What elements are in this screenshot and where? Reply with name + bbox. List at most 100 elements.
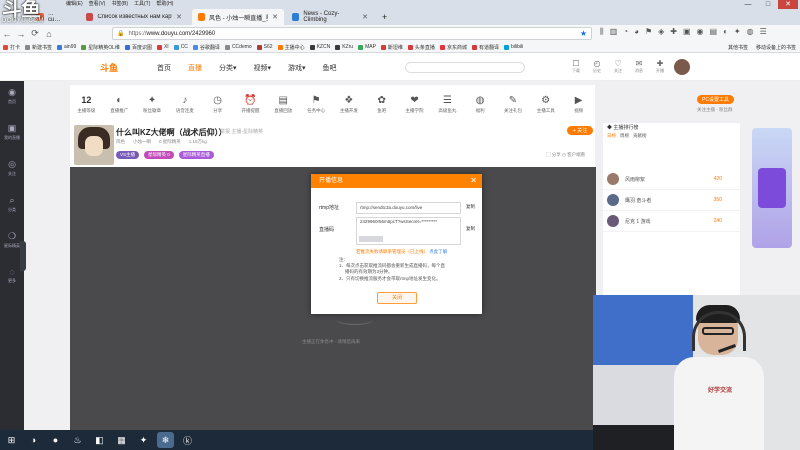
sidebar-item[interactable]: ◎ 关注 — [0, 153, 24, 189]
extension-icon[interactable]: ▤ — [710, 27, 718, 37]
extension-icon[interactable]: ◕ — [634, 27, 639, 37]
taskbar-app-icon[interactable]: ▦ — [113, 432, 130, 448]
close-window-button[interactable]: ✕ — [778, 0, 798, 9]
bookmark-item[interactable]: 京东商城 — [439, 44, 467, 51]
sidebar-collapse-handle[interactable] — [20, 241, 26, 271]
rank-tab[interactable]: 日榜 — [607, 133, 616, 139]
header-action[interactable]: ✉ 消息 — [633, 59, 645, 74]
room-tool[interactable]: ✎ 关注礼包 — [497, 95, 530, 114]
mobile-bookmarks[interactable]: 移动设备上的书签 — [756, 44, 796, 51]
nav-games[interactable]: 游戏▾ — [288, 63, 306, 73]
room-tool[interactable]: ⚑ 任务中心 — [300, 95, 333, 114]
header-action[interactable]: ♡ 关注 — [612, 59, 624, 74]
browser-tab[interactable]: News - Cozy-Climbing ✕ — [286, 9, 374, 25]
forward-icon[interactable]: → — [14, 29, 28, 39]
reload-icon[interactable]: ⟳ — [28, 28, 42, 39]
bookmark-item[interactable]: CC — [173, 44, 188, 50]
extension-icon[interactable]: ◐ — [723, 27, 728, 37]
copy-rtmp-button[interactable]: 复制 — [466, 204, 475, 210]
taskbar-app-icon[interactable]: ❄ — [157, 432, 174, 448]
menu-item[interactable]: 帮助(H) — [156, 0, 173, 7]
taskbar-app-icon[interactable]: ✦ — [135, 432, 152, 448]
room-tool[interactable]: ▶ 视频 — [562, 95, 595, 114]
room-report[interactable]: 举报 主播·星际精英 — [220, 128, 263, 135]
extension-icon[interactable]: ◈ — [658, 27, 664, 37]
sidebar-item[interactable]: ▣ 我的直播 — [0, 117, 24, 153]
rank-tab[interactable]: 贡献榜 — [633, 133, 647, 139]
header-action[interactable]: ☐ 下载 — [570, 59, 582, 74]
new-tab-button[interactable]: + — [376, 9, 390, 25]
dialog-close-button[interactable]: 关闭 — [377, 292, 417, 304]
room-tool[interactable]: ▤ 直播回放 — [267, 95, 300, 114]
bookmark-item[interactable]: 有道翻译 — [471, 44, 499, 51]
extension-icon[interactable]: ✦ — [734, 27, 741, 37]
menu-item[interactable]: 查看(V) — [89, 0, 106, 7]
bookmark-item[interactable]: S62 — [256, 44, 273, 50]
pc-tool-badge[interactable]: PC设置工具 — [697, 95, 734, 104]
sidebar-item[interactable]: ⌕ 分类 — [0, 189, 24, 225]
nav-video[interactable]: 视频▾ — [254, 63, 272, 73]
room-tool[interactable]: ◍ 福利 — [464, 95, 497, 114]
taskbar-app-icon[interactable]: ⓚ — [179, 432, 196, 448]
extension-icon[interactable]: ◉ — [697, 27, 704, 37]
nav-home[interactable]: 首页 — [157, 63, 171, 73]
extension-icon[interactable]: ⚑ — [645, 27, 652, 37]
room-tool[interactable]: ❤ 主播学院 — [398, 95, 431, 114]
nav-live[interactable]: 直播 — [188, 63, 202, 73]
bookmark-item[interactable]: 主播中心 — [277, 44, 305, 51]
taskbar-app-icon[interactable]: ◧ — [91, 432, 108, 448]
extension-icon[interactable]: ✚ — [670, 27, 677, 37]
room-tool[interactable]: ✿ 鱼吧 — [365, 95, 398, 114]
bookmark-item[interactable]: ain99 — [57, 44, 76, 50]
room-tool[interactable]: 12 主播等级 — [70, 95, 103, 114]
menu-item[interactable]: 工具(T) — [134, 0, 150, 7]
follow-button[interactable]: + 关注 — [567, 126, 594, 135]
rank-row[interactable]: 尼克 1 游戏 240 — [603, 211, 740, 232]
extension-icon[interactable]: ◔ — [623, 27, 628, 37]
maximize-button[interactable]: □ — [758, 0, 778, 9]
bookmark-item[interactable]: 打卡 — [3, 44, 20, 51]
rank-row[interactable]: 鹰羽 奋斗者 350 — [603, 190, 740, 211]
menu-item[interactable]: 书签(B) — [111, 0, 128, 7]
taskbar-app-icon[interactable]: ♨ — [69, 432, 86, 448]
library-icon[interactable]: ⫼ — [600, 27, 604, 37]
room-tool[interactable]: ✦ 粉丝徽章 — [136, 95, 169, 114]
bookmark-item[interactable]: 斯坦维 — [380, 44, 403, 51]
sidebar-icon[interactable]: ▥ — [610, 27, 618, 37]
nav-category[interactable]: 分类▾ — [219, 63, 237, 73]
bookmark-item[interactable]: 星际精英OL维 — [81, 44, 120, 51]
bookmark-item[interactable]: KZru — [335, 44, 353, 50]
bookmark-item[interactable]: 谷歌翻译 — [192, 44, 220, 51]
menu-item[interactable]: 编辑(E) — [66, 0, 83, 7]
header-action[interactable]: ✚ 开播 — [654, 59, 666, 74]
taskbar-app-icon[interactable]: ⊞ — [3, 432, 20, 448]
close-tab-icon[interactable]: ✕ — [272, 13, 278, 21]
taskbar-app-icon[interactable]: ● — [47, 432, 64, 448]
browser-tab-active[interactable]: 风色 - 小烛一瞬直播_星际精英… ✕ — [192, 9, 284, 25]
header-action[interactable]: ◴ 历史 — [591, 59, 603, 74]
bookmark-star-icon[interactable]: ★ — [580, 29, 587, 38]
rank-tab[interactable]: 周榜 — [620, 133, 629, 139]
menu-icon[interactable]: ☰ — [760, 27, 767, 37]
nav-yuba[interactable]: 鱼吧 — [323, 63, 337, 73]
user-avatar[interactable] — [674, 59, 690, 75]
rank-row[interactable]: 风雨柳絮 420 — [603, 169, 740, 190]
bookmark-item[interactable]: 新建书签 — [25, 44, 52, 51]
close-tab-icon[interactable]: ✕ — [176, 13, 182, 21]
bookmark-item[interactable]: CCdemo — [224, 44, 252, 50]
room-tool[interactable]: ♪ 语音连麦 — [168, 95, 201, 114]
bookmark-item[interactable]: XI — [156, 44, 169, 50]
room-tag[interactable]: 星际精英 0 — [144, 151, 174, 159]
extension-icon[interactable]: ◍ — [747, 27, 754, 37]
home-icon[interactable]: ⌂ — [42, 29, 56, 39]
taskbar-app-icon[interactable]: ◑ — [25, 432, 42, 448]
room-tool[interactable]: ◐ 直播推广 — [103, 95, 136, 114]
other-bookmarks[interactable]: 其他书签 — [728, 44, 748, 51]
learn-more-link[interactable]: 点此了解 — [429, 249, 447, 254]
bookmark-item[interactable]: 百度识图 — [124, 44, 152, 51]
extension-icon[interactable]: ▣ — [683, 27, 691, 37]
copy-code-button[interactable]: 复制 — [466, 226, 475, 232]
browser-tab[interactable]: Список известных нам карт ✕ — [80, 9, 188, 25]
rtmp-url-field[interactable]: rtmp://sendtc3a.douyu.com/live — [356, 202, 461, 214]
room-tool[interactable]: ◷ 分享 — [201, 95, 234, 114]
